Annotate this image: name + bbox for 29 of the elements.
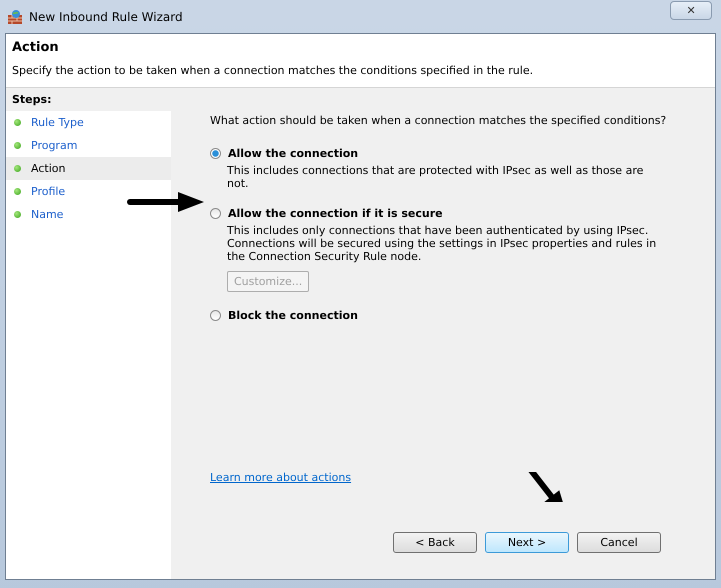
wizard-button[interactable]: Next > [485,532,569,553]
option-description: This includes connections that are protected with IPsec as well as those are not. [227,164,644,190]
step-item[interactable]: Program [6,134,171,157]
status-dot-icon [14,165,21,172]
window-title: New Inbound Rule Wizard [29,10,183,24]
option-label[interactable]: Block the connection [228,309,358,322]
steps-heading: Steps: [12,93,52,106]
status-dot-icon [14,142,21,149]
wizard-button[interactable]: < Back [393,532,477,553]
step-item[interactable]: Rule Type [6,111,171,134]
radio-button[interactable] [210,148,221,159]
firewall-icon [7,8,23,24]
option-description: This includes only connections that have been authenticated by using IPsec. Connections will be secured using the settings in IPsec properties and rules in the Connection Security Rule node. [227,224,658,263]
step-item[interactable]: Profile [6,180,171,203]
page-description: Specify the action to be taken when a connection matches the conditions specified in the rule. [12,64,534,77]
page-heading: Action [12,40,60,55]
status-dot-icon [14,188,21,195]
close-button[interactable]: ✕ [670,1,712,20]
wizard-button[interactable]: Cancel [577,532,661,553]
step-item[interactable]: Name [6,203,171,226]
radio-button[interactable] [210,310,221,321]
radio-button[interactable] [210,208,221,219]
help-link[interactable]: Learn more about actions [210,471,352,484]
status-dot-icon [14,119,21,126]
step-item[interactable]: Action [6,157,171,180]
option-label[interactable]: Allow the connection if it is secure [228,207,443,220]
status-dot-icon [14,211,21,218]
option-label[interactable]: Allow the connection [228,147,358,160]
question-text: What action should be taken when a connection matches the specified conditions? [210,114,668,127]
